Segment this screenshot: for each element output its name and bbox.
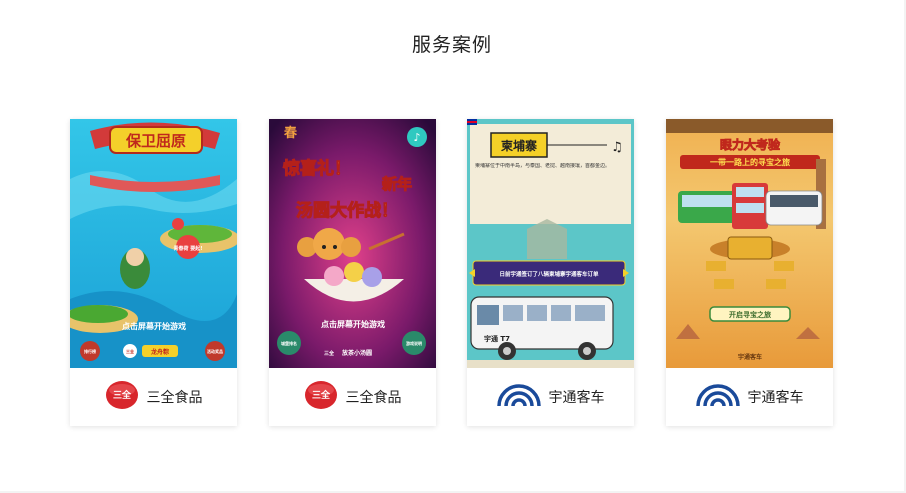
- poster-bottom-item: 三全: [324, 350, 335, 357]
- case-card-sanquan-2[interactable]: ♪ 春 惊喜礼！ 新年 汤圆大作战！ 点击屏幕开始游戏 城堡排名 三全 放茶小汤…: [269, 119, 436, 426]
- poster-title: 新年: [382, 175, 412, 193]
- case-poster-image[interactable]: 眼力大考验 一带一路上的寻宝之旅 开启寻宝之旅 宇通客车: [666, 119, 833, 368]
- case-poster-image[interactable]: ♪ 春 惊喜礼！ 新年 汤圆大作战！ 点击屏幕开始游戏 城堡排名 三全 放茶小汤…: [269, 119, 436, 368]
- yutong-logo-icon: [695, 382, 740, 412]
- case-poster-image[interactable]: 保卫屈原 青春荷 要起! 点击屏幕开始游戏 排行榜 三全 龙舟粽 活动奖品: [70, 119, 237, 368]
- case-poster-image[interactable]: 柬埔寨 ♫ 柬埔寨位于中南半岛，与泰国、老挝、越南接壤，首都金边。 日前宇通签订…: [467, 119, 634, 368]
- brand-name: 三全食品: [146, 390, 203, 406]
- poster-title: 眼力大考验: [720, 137, 781, 152]
- case-card-yutong-1[interactable]: 柬埔寨 ♫ 柬埔寨位于中南半岛，与泰国、老挝、越南接壤，首都金边。 日前宇通签订…: [467, 119, 634, 426]
- sanquan-logo-icon: 三全: [304, 380, 338, 414]
- poster-badge: 青春荷 要起!: [173, 245, 202, 252]
- brand-name: 三全食品: [345, 390, 402, 406]
- poster-bottom-item: 龙舟粽: [151, 348, 169, 356]
- case-card-sanquan-1[interactable]: 保卫屈原 青春荷 要起! 点击屏幕开始游戏 排行榜 三全 龙舟粽 活动奖品 三全…: [70, 119, 237, 426]
- brand-name: 宇通客车: [548, 390, 605, 406]
- svg-text:♪: ♪: [413, 131, 420, 144]
- poster-footer: 宇通客车: [738, 353, 762, 361]
- page: 服务案例 保卫屈原 青春荷 要起! 点击屏幕开始游戏 排行榜 三全 龙舟粽 活动…: [0, 0, 904, 491]
- case-card-yutong-2[interactable]: 眼力大考验 一带一路上的寻宝之旅 开启寻宝之旅 宇通客车 宇通客车: [666, 119, 833, 426]
- poster-bus-label: 宇通 T7: [484, 334, 510, 343]
- brand-row: 三全 三全食品: [269, 368, 436, 426]
- svg-text:♫: ♫: [611, 140, 623, 155]
- brand-row: 三全 三全食品: [70, 368, 237, 426]
- poster-title: 保卫屈原: [125, 132, 186, 150]
- poster-title: 柬埔寨: [500, 138, 537, 153]
- poster-bottom-item: 城堡排名: [281, 340, 297, 346]
- poster-banner: 日前宇通签订了八辆柬埔寨宇通客车订单: [499, 270, 599, 278]
- poster-subtitle: 一带一路上的寻宝之旅: [710, 157, 790, 167]
- brand-row: 宇通客车: [666, 368, 833, 426]
- svg-text:三全: 三全: [112, 389, 131, 401]
- poster-bottom-item: 放茶小汤圆: [341, 349, 372, 357]
- poster-button: 开启寻宝之旅: [729, 310, 771, 319]
- brand-row: 宇通客车: [467, 368, 634, 426]
- brand-name: 宇通客车: [747, 390, 804, 406]
- svg-text:三全: 三全: [311, 389, 330, 401]
- sanquan-logo-icon: 三全: [105, 380, 139, 414]
- poster-text: 柬埔寨位于中南半岛，与泰国、老挝、越南接壤，首都金边。: [475, 163, 611, 169]
- poster-cta: 点击屏幕开始游戏: [321, 319, 385, 329]
- poster-bottom-item: 排行榜: [84, 348, 96, 354]
- section-title: 服务案例: [411, 34, 492, 56]
- poster-title: 汤圆大作战！: [296, 200, 398, 221]
- poster-bottom-item: 游戏说明: [406, 340, 422, 346]
- poster-bottom-item: 活动奖品: [207, 348, 223, 354]
- poster-cta: 点击屏幕开始游戏: [122, 321, 186, 331]
- poster-bottom-item: 三全: [126, 348, 135, 354]
- yutong-logo-icon: [496, 382, 541, 412]
- poster-title: 惊喜礼！: [283, 158, 351, 179]
- svg-text:春: 春: [283, 125, 298, 141]
